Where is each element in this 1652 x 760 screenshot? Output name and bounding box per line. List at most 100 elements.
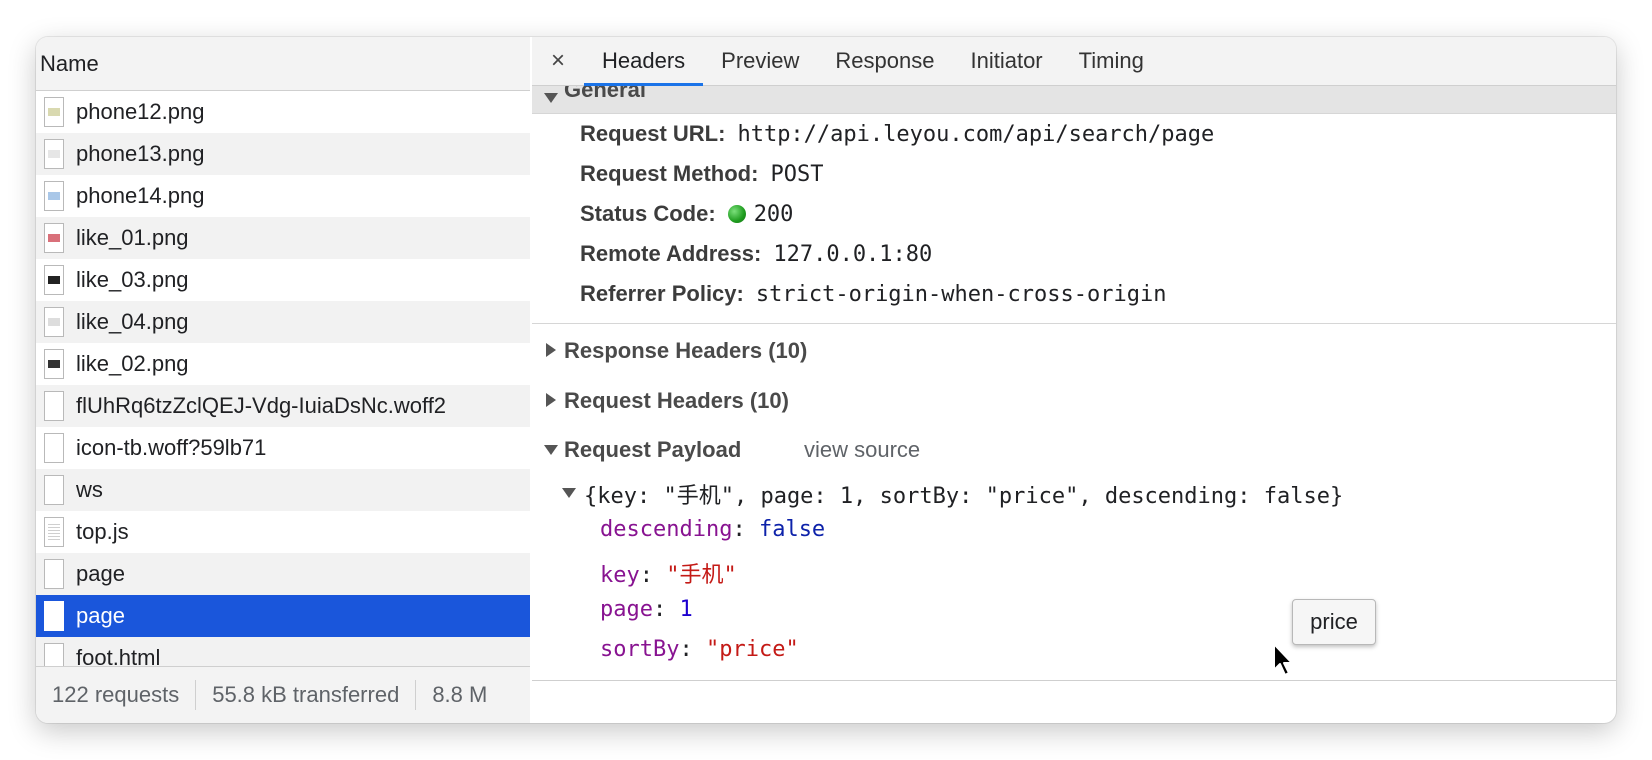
- request-name: like_04.png: [76, 309, 189, 334]
- image-file-icon: [44, 349, 64, 379]
- value-tooltip: price: [1292, 599, 1376, 645]
- response-headers-title: Response Headers (10): [564, 338, 808, 363]
- request-headers-section-header[interactable]: Request Headers (10): [532, 383, 1132, 419]
- image-file-icon: [44, 307, 64, 337]
- name-column-header[interactable]: Name: [36, 37, 530, 91]
- field-label: Request Method:: [580, 161, 759, 186]
- image-file-icon: [44, 139, 64, 169]
- request-row[interactable]: like_01.png: [36, 217, 530, 259]
- payload-property-row[interactable]: key: "手机": [600, 557, 737, 589]
- request-name: icon-tb.woff?59lb71: [76, 435, 267, 460]
- blank-file-icon: [44, 601, 64, 631]
- transferred-size: 55.8 kB transferred: [212, 682, 400, 707]
- tab-initiator[interactable]: Initiator: [952, 37, 1060, 85]
- referrer-policy-row: Referrer Policy: strict-origin-when-cros…: [580, 281, 1166, 307]
- request-row[interactable]: flUhRq6tzZclQEJ-Vdg-IuiaDsNc.woff2: [36, 385, 530, 427]
- field-label: Request URL:: [580, 121, 726, 146]
- tab-response[interactable]: Response: [817, 37, 952, 85]
- request-name: phone12.png: [76, 99, 205, 124]
- network-summary-bar: 122 requests 55.8 kB transferred 8.8 M: [36, 666, 530, 723]
- request-row[interactable]: ws: [36, 469, 530, 511]
- mouse-pointer-icon: [1273, 643, 1293, 676]
- request-name: like_03.png: [76, 267, 189, 292]
- request-row[interactable]: phone13.png: [36, 133, 530, 175]
- property-separator: :: [732, 517, 759, 542]
- property-separator: :: [652, 597, 680, 622]
- payload-property-row[interactable]: sortBy: "price": [600, 637, 799, 662]
- request-row[interactable]: like_04.png: [36, 301, 530, 343]
- expand-triangle-icon: [546, 343, 556, 357]
- blank-file-icon: [44, 433, 64, 463]
- property-key: descending: [600, 517, 733, 542]
- request-payload-title: Request Payload: [564, 437, 742, 462]
- property-separator: :: [679, 637, 706, 662]
- remote-address-row: Remote Address: 127.0.0.1:80: [580, 241, 932, 267]
- request-name: foot.html: [76, 645, 161, 666]
- close-icon[interactable]: ×: [532, 37, 584, 85]
- request-method-value: POST: [770, 161, 824, 187]
- tab-timing[interactable]: Timing: [1061, 37, 1162, 85]
- tab-preview[interactable]: Preview: [703, 37, 817, 85]
- request-name: phone13.png: [76, 141, 205, 166]
- referrer-policy-value: strict-origin-when-cross-origin: [755, 281, 1167, 307]
- devtools-window: Name phone12.png phone13.png phone14.png li…: [36, 37, 1616, 723]
- request-name: ws: [76, 477, 103, 502]
- image-file-icon: [44, 223, 64, 253]
- property-value: "手机": [666, 563, 737, 588]
- request-url-value[interactable]: http://api.leyou.com/api/search/page: [737, 122, 1214, 147]
- request-method-row: Request Method: POST: [580, 161, 823, 187]
- property-value: "price": [705, 637, 799, 662]
- collapse-triangle-icon: [544, 93, 558, 103]
- request-list: phone12.png phone13.png phone14.png like_01…: [36, 91, 530, 666]
- request-list-panel: Name phone12.png phone13.png phone14.png li…: [36, 37, 530, 723]
- request-name: phone14.png: [76, 183, 205, 208]
- field-label: Remote Address:: [580, 241, 762, 266]
- image-file-icon: [44, 97, 64, 127]
- property-key: sortBy: [600, 637, 680, 662]
- property-key: key: [600, 563, 640, 588]
- request-row[interactable]: foot.html: [36, 637, 530, 666]
- property-separator: :: [639, 563, 667, 588]
- property-value: 1: [679, 597, 693, 622]
- request-row[interactable]: page: [36, 553, 530, 595]
- payload-summary-text: {key: "手机", page: 1, sortBy: "price", de…: [584, 484, 1344, 509]
- blank-file-icon: [44, 643, 64, 666]
- request-detail-panel: × Headers Preview Response Initiator Tim…: [532, 37, 1616, 723]
- detail-tabbar: × Headers Preview Response Initiator Tim…: [532, 37, 1616, 86]
- request-row[interactable]: phone12.png: [36, 91, 530, 133]
- field-label: Referrer Policy:: [580, 281, 744, 306]
- blank-file-icon: [44, 559, 64, 589]
- general-section-header[interactable]: General: [532, 86, 1616, 114]
- response-headers-section-header[interactable]: Response Headers (10): [532, 333, 1132, 369]
- tab-headers[interactable]: Headers: [584, 37, 704, 86]
- request-name: like_02.png: [76, 351, 189, 376]
- script-file-icon: [44, 517, 64, 547]
- request-row-selected[interactable]: page: [36, 595, 530, 637]
- view-source-link[interactable]: view source: [804, 437, 920, 463]
- payload-property-row[interactable]: page: 1: [600, 597, 693, 622]
- blank-file-icon: [44, 475, 64, 505]
- field-label: Status Code:: [580, 201, 716, 226]
- resources-size: 8.8 M: [432, 682, 488, 707]
- collapse-triangle-icon: [544, 445, 558, 455]
- blank-file-icon: [44, 391, 64, 421]
- general-section-title: General: [564, 86, 646, 102]
- status-code-value: 200: [753, 201, 794, 227]
- property-value: false: [758, 517, 826, 542]
- image-file-icon: [44, 265, 64, 295]
- request-name: top.js: [76, 519, 129, 544]
- request-row[interactable]: top.js: [36, 511, 530, 553]
- request-row[interactable]: like_03.png: [36, 259, 530, 301]
- request-row[interactable]: icon-tb.woff?59lb71: [36, 427, 530, 469]
- request-name: like_01.png: [76, 225, 189, 250]
- request-row[interactable]: phone14.png: [36, 175, 530, 217]
- request-row[interactable]: like_02.png: [36, 343, 530, 385]
- panel-bottom-border: [532, 680, 1616, 681]
- property-key: page: [600, 597, 653, 622]
- request-count: 122 requests: [52, 682, 180, 707]
- section-divider: [532, 323, 1616, 324]
- collapse-triangle-icon: [562, 488, 576, 498]
- payload-property-row[interactable]: descending: false: [600, 517, 825, 542]
- expand-triangle-icon: [546, 393, 556, 407]
- request-name: page: [76, 561, 125, 586]
